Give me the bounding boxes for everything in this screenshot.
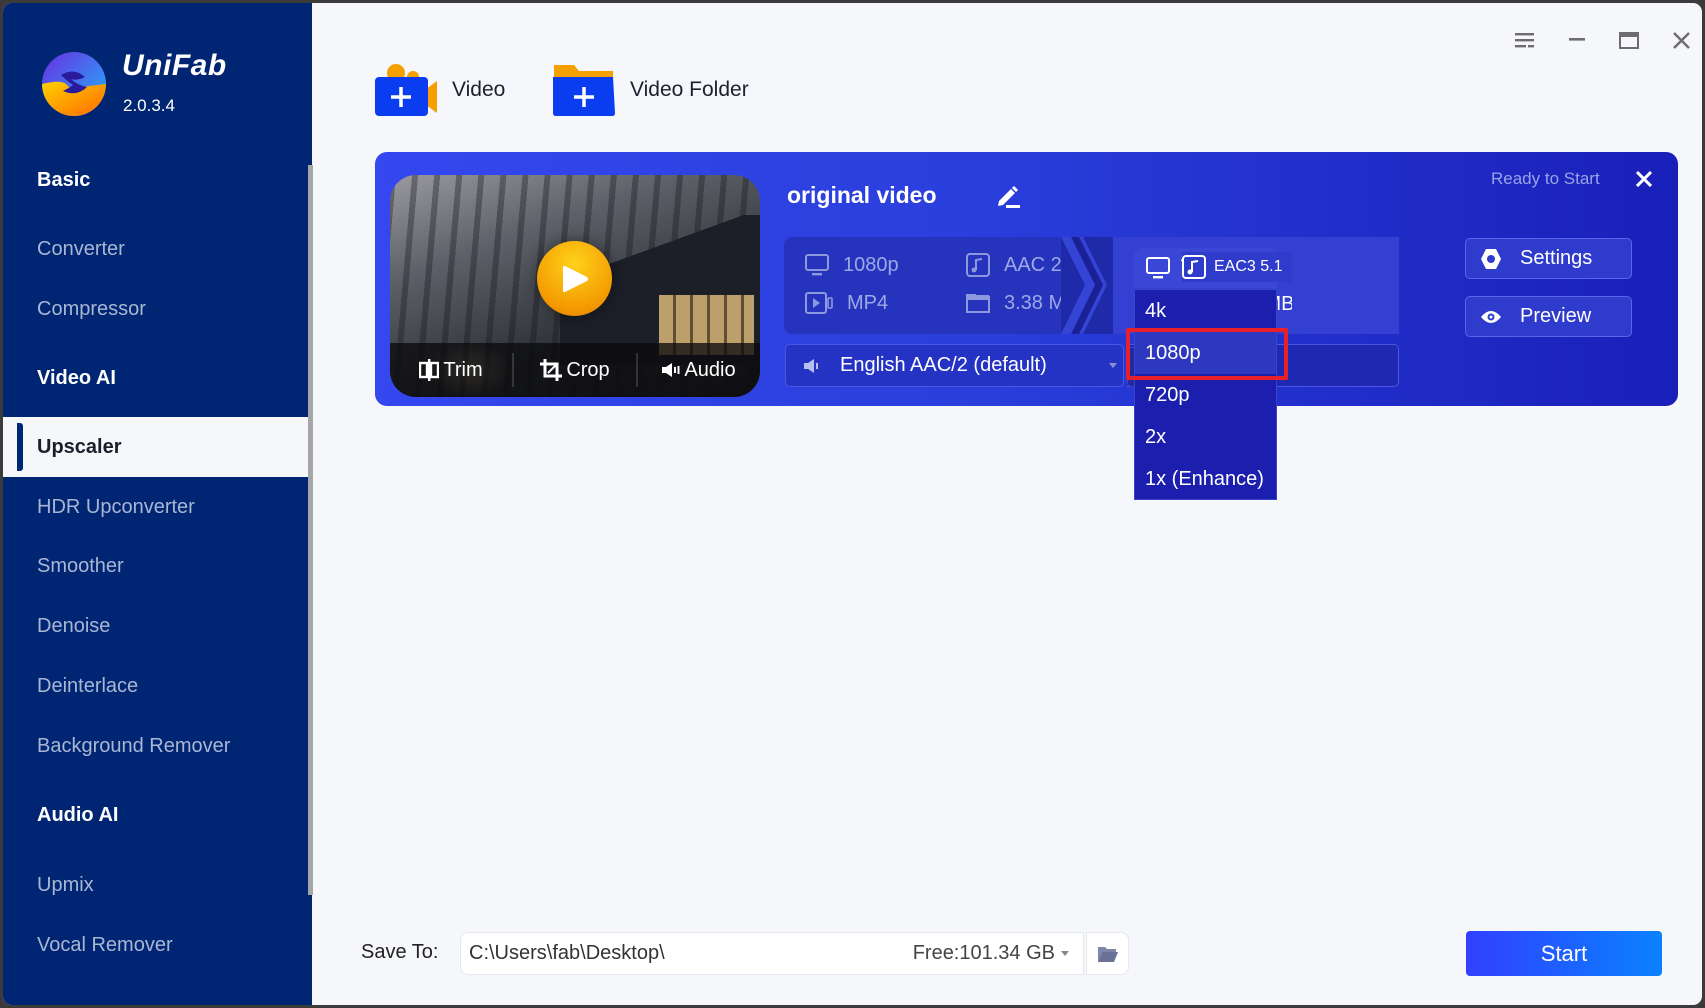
resolution-option-2x[interactable]: 2x: [1135, 416, 1276, 458]
task-status: Ready to Start: [1491, 169, 1600, 188]
crop-button[interactable]: Crop: [514, 359, 636, 382]
audio-button[interactable]: Audio: [638, 359, 760, 382]
add-folder-icon: [553, 65, 615, 116]
crop-label: Crop: [566, 358, 610, 381]
add-video-button[interactable]: Video: [374, 61, 505, 119]
menu-button[interactable]: [1510, 25, 1540, 55]
source-resolution: 1080p: [805, 250, 935, 280]
maximize-button[interactable]: [1614, 25, 1644, 55]
trim-icon: [419, 359, 440, 381]
add-video-icon: [375, 64, 437, 116]
sidebar-item-converter[interactable]: Converter: [3, 219, 308, 279]
browse-folder-button[interactable]: [1086, 932, 1129, 975]
settings-icon: [1481, 248, 1501, 269]
convert-arrow-icon: [1061, 237, 1113, 334]
audio-track-select[interactable]: English AAC/2 (default): [785, 344, 1124, 387]
output-path: C:\Users\fab\Desktop\: [469, 942, 665, 964]
free-space: Free:101.34 GB: [912, 942, 1055, 964]
play-button[interactable]: [537, 241, 612, 316]
close-icon: [1636, 171, 1652, 187]
sidebar-item-compressor[interactable]: Compressor: [3, 279, 308, 339]
output-audio-select[interactable]: EAC3 5.1: [1182, 252, 1292, 282]
close-icon: [1672, 31, 1690, 49]
task-title: original video: [787, 182, 937, 208]
resolution-option-1x-enhance[interactable]: 1x (Enhance): [1135, 458, 1276, 500]
menu-icon: [1515, 33, 1534, 48]
task-card: Trim Crop Audio original video 1080p MP4…: [375, 152, 1678, 406]
save-to-label: Save To:: [361, 941, 439, 963]
resolution-option-4k[interactable]: 4k: [1135, 290, 1276, 332]
start-button[interactable]: Start: [1466, 931, 1662, 976]
music-note-icon: [1182, 255, 1206, 279]
settings-button[interactable]: Settings: [1465, 238, 1632, 279]
remove-task-button[interactable]: [1631, 166, 1657, 192]
audio-label: Audio: [684, 358, 736, 381]
edit-title-icon[interactable]: [994, 182, 1022, 210]
unifab-logo-icon: [42, 52, 106, 116]
preview-button[interactable]: Preview: [1465, 296, 1632, 337]
chevron-down-icon: [1109, 363, 1117, 368]
sidebar-item-vocal-remover[interactable]: Vocal Remover: [3, 915, 308, 975]
speaker-icon: [804, 358, 818, 373]
video-thumbnail[interactable]: Trim Crop Audio: [390, 175, 760, 397]
add-folder-label: Video Folder: [630, 78, 749, 101]
open-folder-icon: [1097, 946, 1118, 962]
monitor-icon: [1146, 257, 1170, 279]
close-button[interactable]: [1666, 25, 1696, 55]
sidebar-item-denoise[interactable]: Denoise: [3, 596, 308, 656]
video-file-icon: [805, 292, 833, 314]
maximize-icon: [1619, 31, 1639, 49]
app-version: 2.0.3.4: [123, 96, 175, 115]
nav-section-audio-ai: Audio AI: [37, 803, 119, 826]
resolution-option-720p[interactable]: 720p: [1135, 374, 1276, 416]
sidebar-item-background-remover[interactable]: Background Remover: [3, 716, 308, 776]
thumbnail-toolbar: Trim Crop Audio: [390, 343, 760, 397]
folder-icon: [966, 294, 990, 313]
add-folder-button[interactable]: Video Folder: [552, 61, 749, 119]
trim-button[interactable]: Trim: [390, 359, 512, 382]
sidebar-item-deinterlace[interactable]: Deinterlace: [3, 656, 308, 716]
resolution-option-1080p[interactable]: 1080p: [1135, 332, 1276, 374]
resolution-dropdown-menu: 4k 1080p 720p 2x 1x (Enhance): [1134, 289, 1277, 500]
sidebar-item-smoother[interactable]: Smoother: [3, 536, 308, 596]
eye-icon: [1481, 310, 1501, 323]
sidebar-item-hdr-upconverter[interactable]: HDR Upconverter: [3, 477, 308, 537]
app-window: UniFab 2.0.3.4 Basic Converter Compresso…: [0, 0, 1705, 1008]
sidebar-item-upmix[interactable]: Upmix: [3, 855, 308, 915]
chevron-down-icon[interactable]: [1061, 951, 1069, 956]
crop-icon: [540, 359, 563, 381]
source-format: MP4: [805, 288, 935, 318]
minimize-button[interactable]: [1562, 25, 1592, 55]
sidebar-scrollbar[interactable]: [308, 165, 313, 895]
output-path-field[interactable]: C:\Users\fab\Desktop\ Free:101.34 GB: [460, 932, 1084, 975]
play-icon: [562, 265, 588, 292]
add-video-label: Video: [452, 78, 506, 101]
sidebar: UniFab 2.0.3.4 Basic Converter Compresso…: [3, 3, 313, 1005]
trim-label: Trim: [443, 358, 483, 381]
minimize-icon: [1569, 38, 1585, 41]
speaker-icon: [662, 363, 680, 377]
nav-section-basic: Basic: [37, 168, 91, 191]
app-name: UniFab: [122, 49, 227, 82]
sidebar-item-upscaler[interactable]: Upscaler: [3, 417, 308, 477]
music-note-icon: [966, 253, 990, 277]
nav-section-video-ai: Video AI: [37, 366, 116, 389]
monitor-icon: [805, 254, 829, 276]
